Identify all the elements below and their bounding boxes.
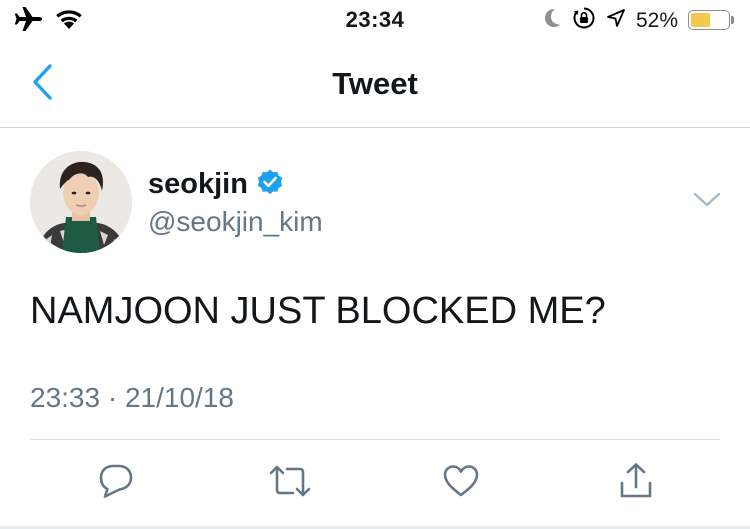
retweet-icon bbox=[268, 461, 312, 506]
user-handle[interactable]: @seokjin_kim bbox=[148, 206, 323, 238]
nav-bar: Tweet bbox=[0, 40, 750, 128]
battery-icon bbox=[688, 9, 736, 32]
share-icon bbox=[616, 461, 656, 506]
moon-icon bbox=[542, 7, 562, 34]
chevron-down-icon bbox=[693, 191, 721, 214]
battery-percent: 52% bbox=[635, 8, 678, 32]
tweet-menu-caret[interactable] bbox=[690, 190, 724, 214]
battery-fill bbox=[691, 12, 710, 27]
share-button[interactable] bbox=[611, 458, 661, 508]
retweet-button[interactable] bbox=[265, 458, 315, 508]
reply-icon bbox=[96, 461, 136, 506]
location-icon bbox=[606, 8, 626, 33]
like-icon bbox=[441, 461, 481, 506]
divider bbox=[30, 439, 720, 440]
tweet-text: NAMJOON JUST BLOCKED ME? bbox=[30, 290, 606, 332]
like-button[interactable] bbox=[436, 458, 486, 508]
reply-button[interactable] bbox=[91, 458, 141, 508]
tweet-actions bbox=[0, 458, 750, 508]
status-bar: 23:34 52% bbox=[0, 0, 750, 40]
verified-badge-icon bbox=[256, 168, 284, 201]
rotation-lock-icon bbox=[572, 6, 596, 35]
display-name-row: seokjin bbox=[148, 168, 284, 201]
page-title: Tweet bbox=[332, 66, 418, 101]
avatar[interactable] bbox=[30, 151, 132, 253]
display-name[interactable]: seokjin bbox=[148, 168, 248, 201]
status-right: 52% bbox=[542, 6, 736, 35]
tweet: seokjin @seokjin_kim NAMJOON JUST BLOCKE… bbox=[0, 128, 750, 529]
tweet-timestamp: 23:33 · 21/10/18 bbox=[30, 382, 234, 413]
